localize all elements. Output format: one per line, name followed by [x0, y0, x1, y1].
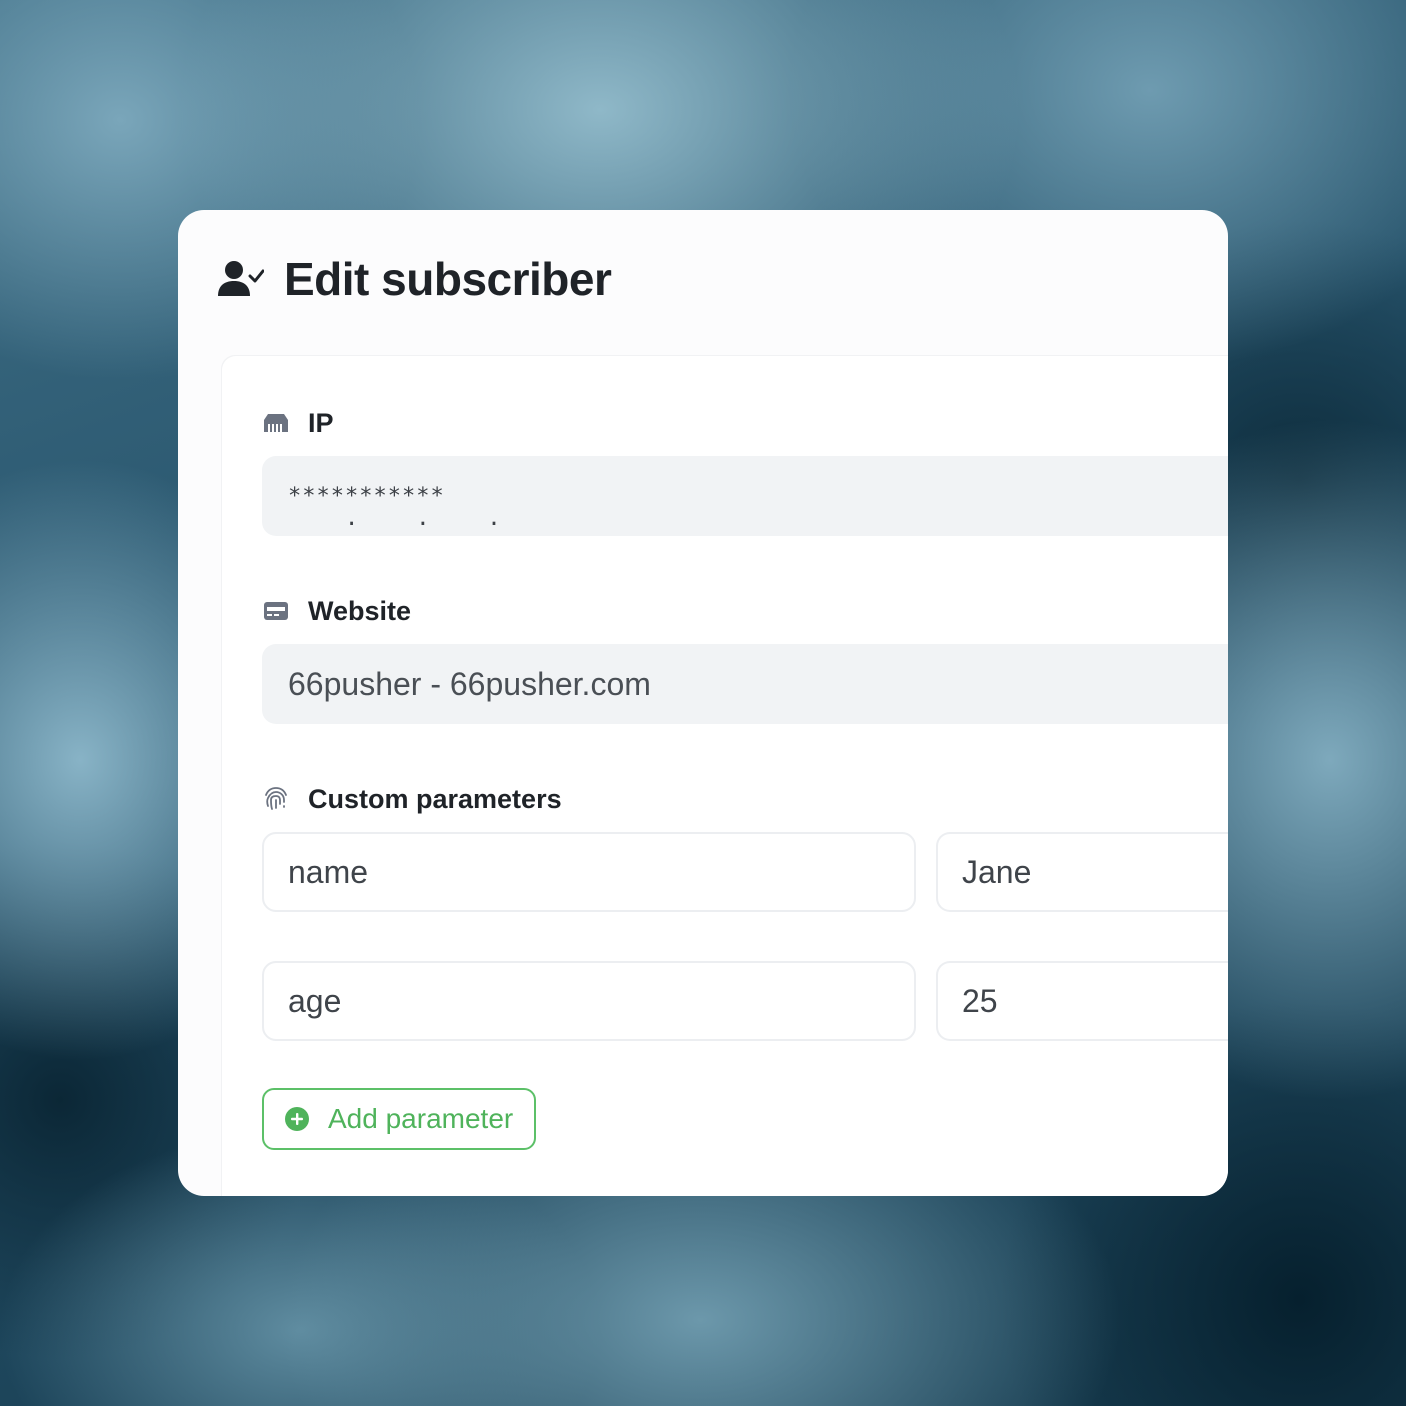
- param-key-input-1[interactable]: name: [262, 832, 916, 912]
- page-title: Edit subscriber: [284, 253, 612, 305]
- form-panel: IP *********** . . . Website 66pusher - …: [222, 356, 1228, 1196]
- ip-value: *********** . . .: [288, 483, 502, 531]
- param-key-input-2[interactable]: age: [262, 961, 916, 1041]
- ethernet-icon: [262, 409, 290, 437]
- custom-parameters-label-text: Custom parameters: [308, 783, 562, 814]
- ip-label: IP: [262, 406, 334, 440]
- add-parameter-label: Add parameter: [328, 1103, 514, 1134]
- ip-label-text: IP: [308, 407, 334, 438]
- user-check-icon: [218, 259, 266, 299]
- website-value: 66pusher - 66pusher.com: [288, 665, 651, 702]
- param-key-value: age: [288, 982, 342, 1019]
- param-value-input-1[interactable]: Jane: [936, 832, 1228, 912]
- credit-card-icon: [262, 597, 290, 625]
- param-key-value: name: [288, 853, 369, 890]
- param-value-value: 25: [962, 982, 998, 1019]
- card-header: Edit subscriber: [218, 253, 612, 305]
- fingerprint-icon: [262, 785, 290, 813]
- param-value-input-2[interactable]: 25: [936, 961, 1228, 1041]
- website-label: Website: [262, 594, 411, 628]
- plus-circle-icon: [285, 1107, 309, 1131]
- edit-subscriber-card: Edit subscriber IP *********** . . . Web…: [178, 210, 1228, 1196]
- website-select[interactable]: 66pusher - 66pusher.com: [262, 644, 1228, 724]
- custom-parameters-label: Custom parameters: [262, 782, 562, 816]
- website-label-text: Website: [308, 595, 412, 626]
- param-value-value: Jane: [962, 853, 1032, 890]
- ip-dots: . . .: [288, 505, 502, 531]
- ip-input[interactable]: *********** . . .: [262, 456, 1228, 536]
- add-parameter-button[interactable]: Add parameter: [262, 1088, 536, 1150]
